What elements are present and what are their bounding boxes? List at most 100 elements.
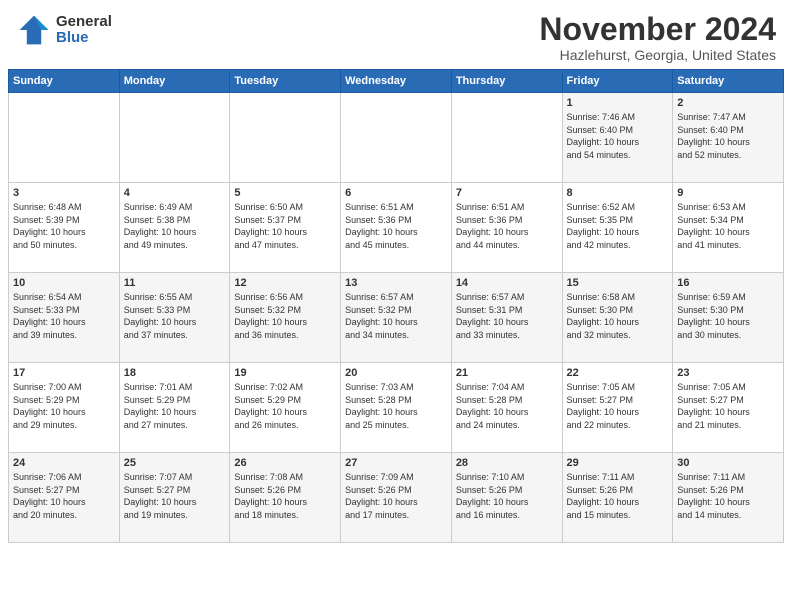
- page: General Blue November 2024 Hazlehurst, G…: [0, 0, 792, 612]
- day-cell: 5Sunrise: 6:50 AM Sunset: 5:37 PM Daylig…: [230, 183, 341, 273]
- day-cell: 13 Sunrise: 6:57 AM Sunset: 5:32 PM Dayli…: [341, 273, 452, 363]
- day-cell: 29 Sunrise: 7:11 AM Sunset: 5:26 PM Dayli…: [562, 453, 673, 543]
- day-number: 5: [234, 187, 336, 199]
- day-cell: [119, 93, 230, 183]
- week-row-3: 10Sunrise: 6:54 AM Sunset: 5:33 PM Dayli…: [9, 273, 784, 363]
- day-number: 13: [345, 277, 447, 289]
- day-info: Sunrise: 6:52 AM Sunset: 5:35 PM Dayligh…: [567, 201, 669, 251]
- day-cell: 16 Sunrise: 6:59 AM Sunset: 5:30 PM Dayli…: [673, 273, 784, 363]
- day-info: Sunrise: 7:03 AM Sunset: 5:28 PM Dayligh…: [345, 381, 447, 431]
- day-info: Sunrise: 7:11 AM Sunset: 5:26 PM Dayligh…: [567, 471, 669, 521]
- day-info: Sunrise: 7:10 AM Sunset: 5:26 PM Dayligh…: [456, 471, 558, 521]
- day-cell: [341, 93, 452, 183]
- day-cell: 23 Sunrise: 7:05 AM Sunset: 5:27 PM Dayli…: [673, 363, 784, 453]
- day-info: Sunrise: 6:48 AM Sunset: 5:39 PM Dayligh…: [13, 201, 115, 251]
- day-info: Sunrise: 7:46 AM Sunset: 6:40 PM Dayligh…: [567, 111, 669, 161]
- day-cell: 20 Sunrise: 7:03 AM Sunset: 5:28 PM Dayli…: [341, 363, 452, 453]
- day-info: Sunrise: 7:04 AM Sunset: 5:28 PM Dayligh…: [456, 381, 558, 431]
- day-cell: 4 Sunrise: 6:49 AM Sunset: 5:38 PM Daylig…: [119, 183, 230, 273]
- day-info: Sunrise: 6:51 AM Sunset: 5:36 PM Dayligh…: [456, 201, 558, 251]
- day-number: 22: [567, 367, 669, 379]
- day-cell: 10Sunrise: 6:54 AM Sunset: 5:33 PM Dayli…: [9, 273, 120, 363]
- logo: General Blue: [16, 12, 112, 48]
- day-number: 29: [567, 457, 669, 469]
- day-cell: [451, 93, 562, 183]
- day-cell: 24 Sunrise: 7:06 AM Sunset: 5:27 PM Dayli…: [9, 453, 120, 543]
- day-number: 26: [234, 457, 336, 469]
- day-cell: 11 Sunrise: 6:55 AM Sunset: 5:33 PM Dayli…: [119, 273, 230, 363]
- header-row: SundayMondayTuesdayWednesdayThursdayFrid…: [9, 70, 784, 93]
- week-row-2: 3 Sunrise: 6:48 AM Sunset: 5:39 PM Daylig…: [9, 183, 784, 273]
- day-cell: 14 Sunrise: 6:57 AM Sunset: 5:31 PM Dayli…: [451, 273, 562, 363]
- day-number: 11: [124, 277, 226, 289]
- week-row-4: 17Sunrise: 7:00 AM Sunset: 5:29 PM Dayli…: [9, 363, 784, 453]
- month-title: November 2024: [539, 12, 776, 47]
- day-cell: 2 Sunrise: 7:47 AM Sunset: 6:40 PM Daylig…: [673, 93, 784, 183]
- day-number: 20: [345, 367, 447, 379]
- calendar-body: 1 Sunrise: 7:46 AM Sunset: 6:40 PM Daylig…: [9, 93, 784, 543]
- week-row-1: 1 Sunrise: 7:46 AM Sunset: 6:40 PM Daylig…: [9, 93, 784, 183]
- day-info: Sunrise: 7:00 AM Sunset: 5:29 PM Dayligh…: [13, 381, 115, 431]
- day-number: 1: [567, 97, 669, 109]
- day-info: Sunrise: 7:07 AM Sunset: 5:27 PM Dayligh…: [124, 471, 226, 521]
- day-cell: 15Sunrise: 6:58 AM Sunset: 5:30 PM Dayli…: [562, 273, 673, 363]
- day-number: 3: [13, 187, 115, 199]
- day-info: Sunrise: 6:55 AM Sunset: 5:33 PM Dayligh…: [124, 291, 226, 341]
- day-number: 18: [124, 367, 226, 379]
- day-cell: 18 Sunrise: 7:01 AM Sunset: 5:29 PM Dayli…: [119, 363, 230, 453]
- calendar-table: SundayMondayTuesdayWednesdayThursdayFrid…: [8, 69, 784, 543]
- day-cell: 26Sunrise: 7:08 AM Sunset: 5:26 PM Dayli…: [230, 453, 341, 543]
- day-number: 16: [677, 277, 779, 289]
- day-info: Sunrise: 6:49 AM Sunset: 5:38 PM Dayligh…: [124, 201, 226, 251]
- day-info: Sunrise: 7:01 AM Sunset: 5:29 PM Dayligh…: [124, 381, 226, 431]
- day-info: Sunrise: 7:09 AM Sunset: 5:26 PM Dayligh…: [345, 471, 447, 521]
- header-cell-saturday: Saturday: [673, 70, 784, 93]
- day-cell: 17Sunrise: 7:00 AM Sunset: 5:29 PM Dayli…: [9, 363, 120, 453]
- day-info: Sunrise: 7:02 AM Sunset: 5:29 PM Dayligh…: [234, 381, 336, 431]
- day-info: Sunrise: 7:05 AM Sunset: 5:27 PM Dayligh…: [677, 381, 779, 431]
- day-cell: 19 Sunrise: 7:02 AM Sunset: 5:29 PM Dayli…: [230, 363, 341, 453]
- day-info: Sunrise: 7:06 AM Sunset: 5:27 PM Dayligh…: [13, 471, 115, 521]
- day-cell: 12 Sunrise: 6:56 AM Sunset: 5:32 PM Dayli…: [230, 273, 341, 363]
- day-cell: 27Sunrise: 7:09 AM Sunset: 5:26 PM Dayli…: [341, 453, 452, 543]
- location-title: Hazlehurst, Georgia, United States: [539, 47, 776, 63]
- day-info: Sunrise: 6:57 AM Sunset: 5:32 PM Dayligh…: [345, 291, 447, 341]
- header: General Blue November 2024 Hazlehurst, G…: [0, 0, 792, 69]
- day-number: 25: [124, 457, 226, 469]
- logo-blue-text: Blue: [56, 30, 112, 47]
- day-number: 10: [13, 277, 115, 289]
- day-number: 12: [234, 277, 336, 289]
- day-info: Sunrise: 7:47 AM Sunset: 6:40 PM Dayligh…: [677, 111, 779, 161]
- logo-text: General Blue: [56, 14, 112, 47]
- day-number: 19: [234, 367, 336, 379]
- day-info: Sunrise: 6:56 AM Sunset: 5:32 PM Dayligh…: [234, 291, 336, 341]
- day-cell: 30 Sunrise: 7:11 AM Sunset: 5:26 PM Dayli…: [673, 453, 784, 543]
- day-number: 24: [13, 457, 115, 469]
- day-number: 23: [677, 367, 779, 379]
- day-info: Sunrise: 7:11 AM Sunset: 5:26 PM Dayligh…: [677, 471, 779, 521]
- logo-general-text: General: [56, 14, 112, 31]
- day-info: Sunrise: 6:51 AM Sunset: 5:36 PM Dayligh…: [345, 201, 447, 251]
- day-cell: 22 Sunrise: 7:05 AM Sunset: 5:27 PM Dayli…: [562, 363, 673, 453]
- header-cell-thursday: Thursday: [451, 70, 562, 93]
- header-cell-sunday: Sunday: [9, 70, 120, 93]
- day-info: Sunrise: 6:53 AM Sunset: 5:34 PM Dayligh…: [677, 201, 779, 251]
- day-info: Sunrise: 6:59 AM Sunset: 5:30 PM Dayligh…: [677, 291, 779, 341]
- day-number: 2: [677, 97, 779, 109]
- header-cell-friday: Friday: [562, 70, 673, 93]
- day-cell: [9, 93, 120, 183]
- day-number: 15: [567, 277, 669, 289]
- day-info: Sunrise: 6:57 AM Sunset: 5:31 PM Dayligh…: [456, 291, 558, 341]
- logo-icon: [16, 12, 52, 48]
- header-cell-monday: Monday: [119, 70, 230, 93]
- day-cell: 7Sunrise: 6:51 AM Sunset: 5:36 PM Daylig…: [451, 183, 562, 273]
- day-cell: 6Sunrise: 6:51 AM Sunset: 5:36 PM Daylig…: [341, 183, 452, 273]
- week-row-5: 24 Sunrise: 7:06 AM Sunset: 5:27 PM Dayli…: [9, 453, 784, 543]
- day-cell: 9Sunrise: 6:53 AM Sunset: 5:34 PM Daylig…: [673, 183, 784, 273]
- day-number: 30: [677, 457, 779, 469]
- day-info: Sunrise: 7:05 AM Sunset: 5:27 PM Dayligh…: [567, 381, 669, 431]
- day-cell: 1 Sunrise: 7:46 AM Sunset: 6:40 PM Daylig…: [562, 93, 673, 183]
- day-cell: 8Sunrise: 6:52 AM Sunset: 5:35 PM Daylig…: [562, 183, 673, 273]
- day-number: 4: [124, 187, 226, 199]
- day-number: 14: [456, 277, 558, 289]
